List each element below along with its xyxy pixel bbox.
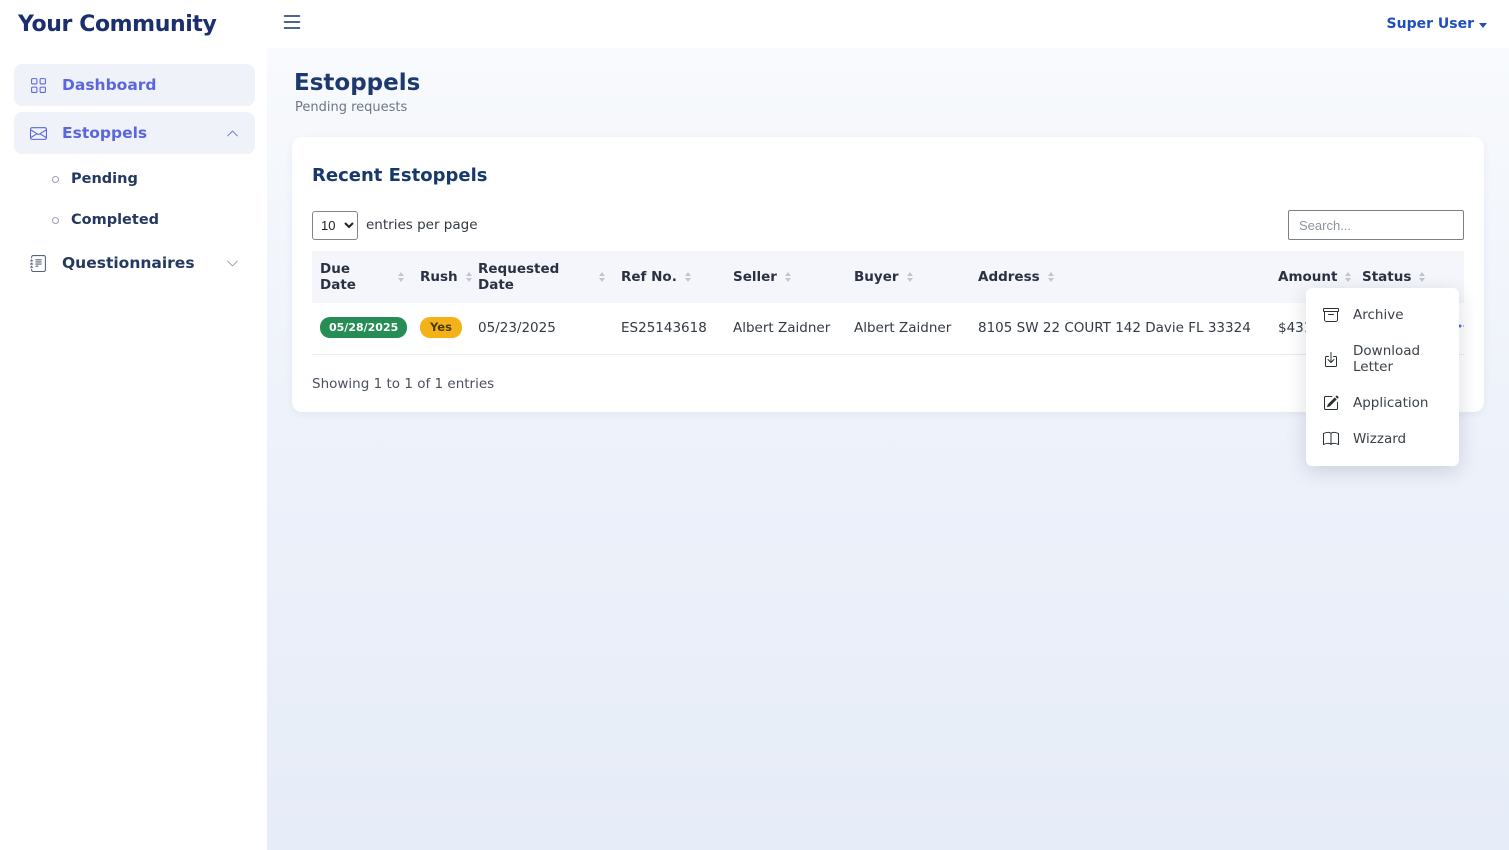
column-header-due-date[interactable]: Due Date xyxy=(312,251,412,303)
sidebar-item-questionnaires[interactable]: Questionnaires xyxy=(14,242,255,284)
address-cell: 8105 SW 22 COURT 142 Davie FL 33324 xyxy=(970,303,1270,355)
entries-per-page-label: entries per page xyxy=(366,217,478,233)
sidebar-subitem-label: Pending xyxy=(71,171,138,187)
sidebar-item-label: Estoppels xyxy=(62,124,147,142)
sidebar-item-label: Questionnaires xyxy=(62,254,195,272)
bullet-circle-icon xyxy=(52,176,59,183)
sidebar: Dashboard Estoppels Pending Completed Qu… xyxy=(0,48,267,850)
sidebar-item-dashboard[interactable]: Dashboard xyxy=(14,64,255,106)
column-header-requested-date[interactable]: Requested Date xyxy=(470,251,613,303)
pencil-square-icon xyxy=(1323,395,1339,411)
menu-item-application[interactable]: Application xyxy=(1306,385,1459,421)
sort-icon xyxy=(685,272,691,282)
menu-item-label: Download Letter xyxy=(1353,343,1442,375)
table-footer-summary: Showing 1 to 1 of 1 entries xyxy=(312,376,1464,392)
due-date-badge: 05/28/2025 xyxy=(320,317,407,338)
menu-item-archive[interactable]: Archive xyxy=(1306,297,1459,333)
sort-icon xyxy=(599,272,605,282)
caret-down-icon xyxy=(1479,23,1487,28)
table-header-row: Due Date Rush Requested Date Ref No. Sel… xyxy=(312,251,1464,303)
page-subtitle: Pending requests xyxy=(295,100,1484,115)
column-header-ref-no[interactable]: Ref No. xyxy=(613,251,725,303)
menu-item-download-letter[interactable]: Download Letter xyxy=(1306,333,1459,385)
chevron-down-icon xyxy=(226,257,239,270)
table-controls: 10 entries per page xyxy=(312,210,1464,251)
sort-icon xyxy=(398,272,404,282)
hamburger-menu-button[interactable] xyxy=(280,10,304,38)
sidebar-item-label: Dashboard xyxy=(62,76,157,94)
requested-date-cell: 05/23/2025 xyxy=(470,303,613,355)
seller-cell: Albert Zaidner xyxy=(725,303,846,355)
menu-item-label: Application xyxy=(1353,395,1428,411)
archive-icon xyxy=(1323,307,1339,323)
brand-logo[interactable]: Your Community xyxy=(0,12,267,37)
menu-item-label: Archive xyxy=(1353,307,1404,323)
sidebar-item-completed[interactable]: Completed xyxy=(0,201,267,239)
rush-badge: Yes xyxy=(420,317,462,339)
envelope-icon xyxy=(30,125,47,142)
bullet-circle-icon xyxy=(52,217,59,224)
hamburger-icon xyxy=(280,10,304,38)
sidebar-subitem-label: Completed xyxy=(71,212,159,228)
sort-icon xyxy=(1048,272,1054,282)
sort-icon xyxy=(1419,272,1425,282)
column-header-rush[interactable]: Rush xyxy=(412,251,470,303)
download-icon xyxy=(1323,351,1339,367)
book-icon xyxy=(1323,431,1339,447)
ref-no-cell: ES25143618 xyxy=(613,303,725,355)
entries-per-page-select[interactable]: 10 xyxy=(312,211,358,240)
table-row: 05/28/2025 Yes 05/23/2025 ES25143618 Alb… xyxy=(312,303,1464,355)
menu-item-wizzard[interactable]: Wizzard xyxy=(1306,421,1459,457)
sidebar-item-estoppels[interactable]: Estoppels xyxy=(14,112,255,154)
sort-icon xyxy=(785,272,791,282)
sort-icon xyxy=(907,272,913,282)
sort-icon xyxy=(466,272,472,282)
page-title: Estoppels xyxy=(294,70,1484,96)
column-header-seller[interactable]: Seller xyxy=(725,251,846,303)
search-input[interactable] xyxy=(1288,210,1464,240)
column-header-buyer[interactable]: Buyer xyxy=(846,251,970,303)
top-navbar: Your Community Super User xyxy=(0,0,1509,48)
estoppels-table: Due Date Rush Requested Date Ref No. Sel… xyxy=(312,251,1464,355)
card-title: Recent Estoppels xyxy=(312,165,1464,186)
sidebar-item-pending[interactable]: Pending xyxy=(0,160,267,198)
row-actions-menu: Archive Download Letter Application Wizz… xyxy=(1306,288,1459,466)
grid-icon xyxy=(30,77,47,94)
column-header-address[interactable]: Address xyxy=(970,251,1270,303)
buyer-cell: Albert Zaidner xyxy=(846,303,970,355)
user-menu[interactable]: Super User xyxy=(1387,16,1487,32)
journal-icon xyxy=(30,255,47,272)
menu-item-label: Wizzard xyxy=(1353,431,1406,447)
chevron-up-icon xyxy=(226,127,239,140)
sort-icon xyxy=(1345,272,1351,282)
user-menu-label: Super User xyxy=(1387,16,1474,32)
